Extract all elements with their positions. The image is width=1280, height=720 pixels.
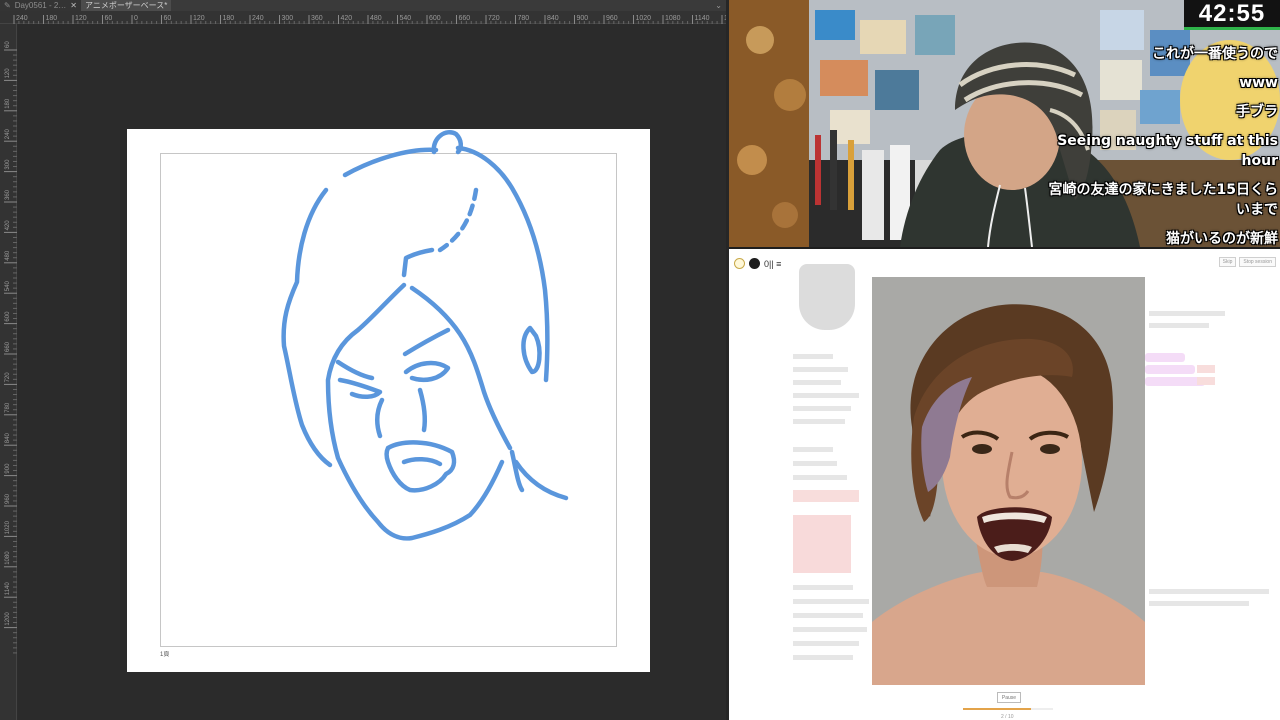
ruler-label: 480: [370, 15, 382, 22]
ruler-label: 600: [429, 15, 441, 22]
ruler-label: 540: [5, 281, 11, 292]
ruler-label: 1020: [636, 15, 652, 22]
ruler-label: 720: [5, 372, 11, 383]
document-tabbar: ✎ Day0561 - 2… ✕ アニメポーザーベース* ⌄: [0, 0, 726, 11]
skip-button[interactable]: Skip: [1218, 257, 1237, 267]
sketch-stroke: [281, 187, 333, 468]
ruler-label: 840: [5, 433, 11, 444]
ruler-label: 660: [5, 341, 11, 352]
site-logo: [799, 264, 855, 330]
sketch-stroke: [401, 247, 435, 278]
chat-comment: 猫がいるのが新鮮: [1166, 231, 1278, 247]
document-tab-label: Day0561 - 2…: [14, 1, 67, 10]
ruler-label: 300: [282, 15, 294, 22]
screen: ✎ Day0561 - 2… ✕ アニメポーザーベース* ⌄ 240 180 120…: [0, 0, 1280, 720]
sketch-stroke: [335, 359, 375, 381]
ruler-label: 180: [223, 15, 235, 22]
sketch-stroke: [375, 397, 385, 439]
ruler-label: 1020: [5, 520, 11, 534]
stream-timer: 42:55: [1184, 0, 1280, 30]
ruler-label: 660: [459, 15, 471, 22]
chat-comments: これが一番使うので www 手ブラ Seeing naughty stuff a…: [1038, 44, 1278, 247]
ruler-label: 120: [5, 68, 11, 79]
document-tab-anime-poser[interactable]: アニメポーザーベース*: [81, 0, 172, 11]
sketch-stroke: [455, 145, 550, 383]
sketch-stroke: [521, 325, 542, 375]
webcam-feed: 42:55 これが一番使うので www 手ブラ Seeing naughty s…: [729, 0, 1280, 247]
ruler-label: 1080: [5, 551, 11, 565]
sketch-stroke: [337, 377, 383, 399]
ruler-label: 60: [105, 15, 113, 22]
vertical-ruler: 60 120 180 240 300 360 420 480 540 600 660 720 780 84…: [0, 24, 17, 720]
ruler-label: 180: [5, 98, 11, 109]
pencil-icon: ✎: [4, 1, 11, 10]
ruler-label: 420: [5, 220, 11, 231]
session-buttons: Skip Stop session: [1218, 257, 1276, 267]
ruler-label: 360: [5, 189, 11, 200]
ruler-label: 60: [5, 41, 11, 48]
chat-comment: これが一番使うので: [1152, 46, 1278, 62]
ruler-label: 120: [193, 15, 205, 22]
ruler-label: 720: [488, 15, 500, 22]
session-progress-bar: [963, 708, 1053, 710]
ruler-label: 480: [5, 250, 11, 261]
sketch-stroke: [325, 282, 505, 541]
ruler-label: 1200: [5, 612, 11, 626]
sketch-stroke: [401, 457, 443, 467]
ruler-label: 240: [252, 15, 264, 22]
sketch-stroke: [513, 459, 569, 501]
toolbar-text[interactable]: 0|| ≡: [764, 259, 781, 269]
ruler-label: 1140: [5, 582, 11, 596]
chat-comment: 手ブラ: [1236, 104, 1278, 120]
sketch-stroke: [402, 327, 451, 357]
sketch-stroke: [342, 147, 439, 178]
ruler-label: 360: [311, 15, 323, 22]
ruler-label: 780: [518, 15, 530, 22]
image-counter: 2 / 10: [1001, 714, 1014, 720]
ad-banner: [793, 515, 851, 573]
session-progress-fill: [963, 708, 1031, 710]
ruler-label: 900: [577, 15, 589, 22]
ruler-label: 420: [341, 15, 353, 22]
sketch-stroke: [437, 187, 479, 253]
ruler-label: 960: [606, 15, 618, 22]
ruler-label: 240: [16, 15, 28, 22]
browser-toolbar: 0|| ≡: [734, 258, 781, 269]
sketch-stroke: [403, 360, 451, 383]
chat-comment: Seeing naughty stuff at this hour: [1057, 133, 1278, 169]
ruler-label: 600: [5, 311, 11, 322]
document-tab-day0561[interactable]: ✎ Day0561 - 2… ✕: [0, 0, 81, 11]
record-icon[interactable]: [749, 258, 760, 269]
document-tab-label: アニメポーザーベース*: [85, 1, 168, 10]
ruler-label: 120: [75, 15, 87, 22]
ruler-label: 60: [164, 15, 172, 22]
ruler-label: 960: [5, 493, 11, 504]
ruler-label: 540: [400, 15, 412, 22]
ruler-label: 1140: [695, 15, 710, 22]
reference-photo: [872, 277, 1145, 685]
ruler-label: 0: [134, 15, 138, 22]
sketch-stroke: [417, 387, 428, 433]
ruler-label: 1080: [665, 15, 681, 22]
pause-button[interactable]: Pause: [997, 692, 1021, 703]
horizontal-ruler: 240 180 120 60 0 60 120 180 240 300 360 420 480 540 60…: [0, 11, 726, 24]
close-icon[interactable]: ✕: [70, 1, 77, 10]
sketch-stroke: [384, 440, 457, 493]
ruler-label: 900: [5, 463, 11, 474]
chat-comment: www: [1239, 75, 1278, 91]
ruler-label: 300: [5, 159, 11, 170]
chevron-down-icon[interactable]: ⌄: [711, 0, 726, 11]
ruler-label: 780: [5, 402, 11, 413]
face-sketch: [281, 130, 569, 541]
drawing-app: ✎ Day0561 - 2… ✕ アニメポーザーベース* ⌄ 240 180 120…: [0, 0, 726, 720]
ruler-label: 240: [5, 129, 11, 140]
chat-comment: 宮崎の友達の家にきました15日くらいまで: [1048, 182, 1278, 218]
stop-session-button[interactable]: Stop session: [1239, 257, 1276, 267]
bookmark-circle-icon[interactable]: [734, 258, 745, 269]
ruler-label: 840: [547, 15, 559, 22]
reference-browser: 0|| ≡ Skip Stop session Pause 2 / 10: [729, 249, 1280, 720]
ruler-label: 180: [46, 15, 58, 22]
canvas-paper[interactable]: 1頁: [127, 129, 650, 672]
